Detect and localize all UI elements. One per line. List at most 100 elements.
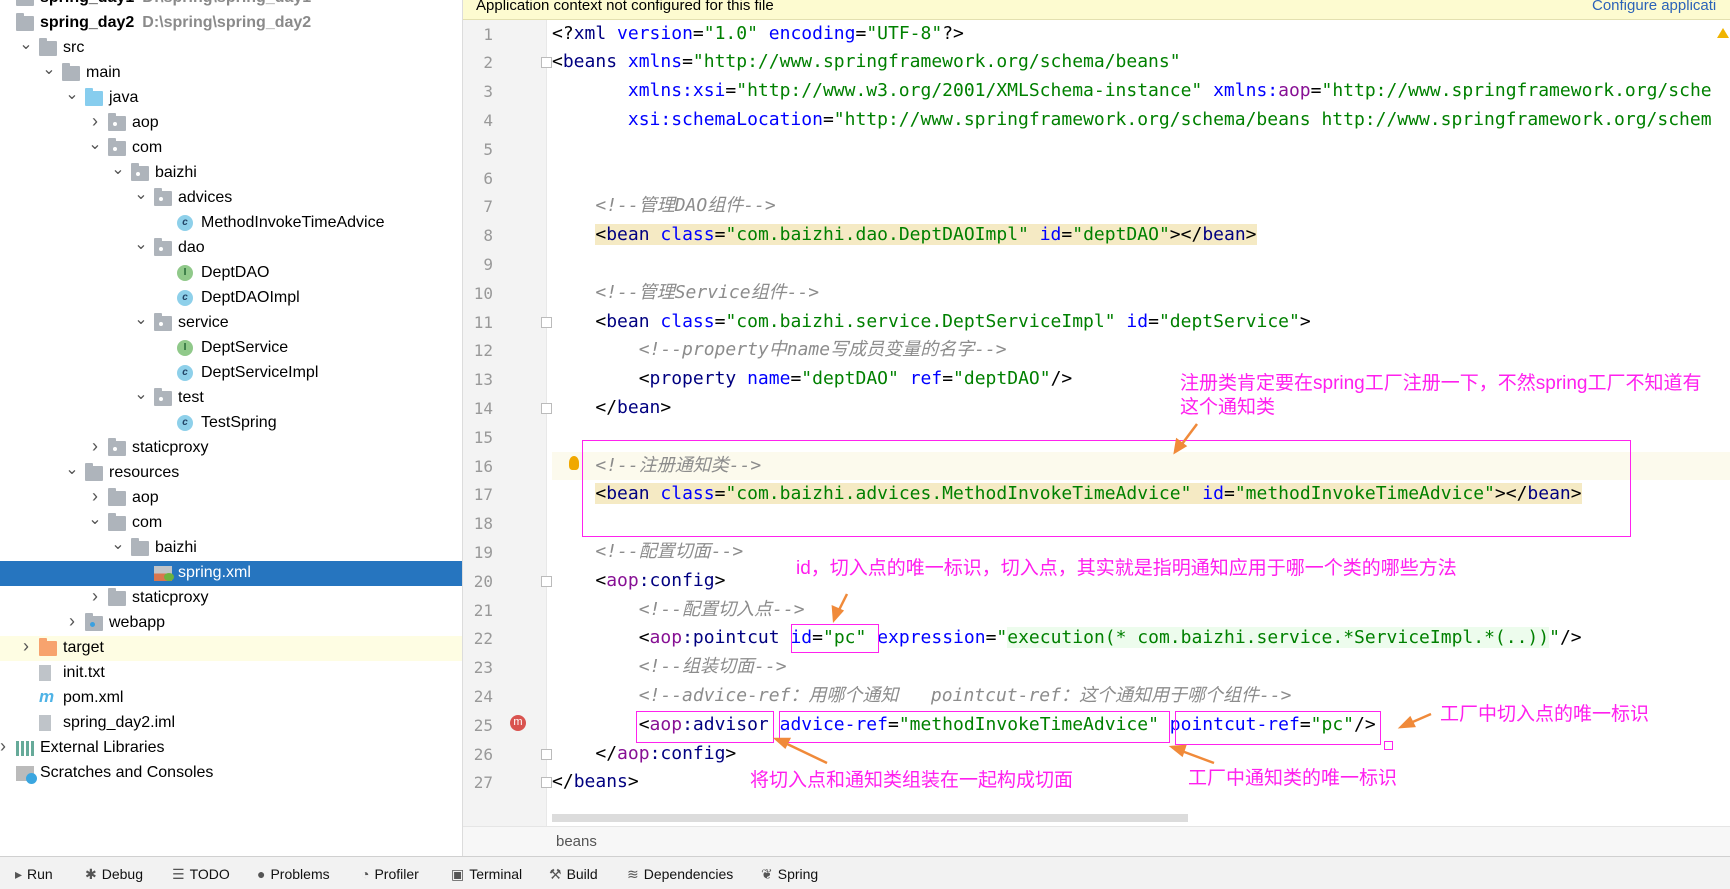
chevron-right-icon[interactable]: › [88,436,102,456]
tree-item-name: resources [109,463,180,481]
package-icon [131,162,149,181]
tree-item[interactable]: › aop [0,111,462,136]
tree-item-label: java [109,89,138,107]
horizontal-scrollbar[interactable] [552,814,1188,822]
tree-item[interactable]: › target [0,635,462,661]
toolbar-debug-button[interactable]: ✱ Debug [85,866,143,883]
tree-item[interactable]: init.txt [0,661,462,686]
tree-item-label: resources [109,464,179,482]
chevron-down-icon[interactable]: ⌄ [88,134,102,153]
tree-item-label: spring_day1 D:\spring\spring_day1 [40,0,311,7]
tree-item[interactable]: I DeptService [0,336,462,361]
toolbar-terminal-button[interactable]: ▣ Terminal [451,866,522,883]
fold-marker-icon[interactable] [541,57,552,69]
fold-marker-icon[interactable] [541,777,552,789]
tree-item[interactable]: spring_day2 D:\spring\spring_day2 [0,11,462,36]
breadcrumb-item-beans[interactable]: beans [556,833,597,850]
chevron-down-icon[interactable]: ⌄ [134,234,148,253]
chevron-down-icon[interactable]: ⌄ [111,159,125,178]
arrow-pointcut-ref-head [1397,715,1416,729]
tree-item-name: test [178,388,204,406]
project-tree: spring_day1D:\spring\spring_day1 spring_d… [0,0,463,856]
chevron-right-icon[interactable]: › [65,611,79,631]
tree-item-name: TestSpring [201,413,277,431]
chevron-down-icon[interactable]: ⌄ [88,509,102,528]
tree-item-name: spring_day2.iml [63,713,176,731]
tree-item[interactable]: ⌄ src [0,34,462,61]
tree-item-label: DeptServiceImpl [201,364,318,382]
excluded-folder-icon [39,637,57,656]
tree-item-name: DeptServiceImpl [201,363,319,381]
toolbar-spring-button[interactable]: ❦ Spring [761,866,818,883]
chevron-right-icon[interactable]: › [88,586,102,606]
chevron-down-icon[interactable]: ⌄ [42,59,56,78]
tree-item-name: baizhi [155,538,197,556]
tree-item[interactable]: › staticproxy [0,586,462,611]
tree-item[interactable]: spring.xml [0,560,462,586]
tree-item-label: staticproxy [132,589,208,607]
fold-marker-icon[interactable] [541,748,552,760]
tree-item-name: staticproxy [132,588,209,606]
toolbar-label: Profiler [374,866,419,882]
resources-folder-icon [85,462,103,481]
tree-item[interactable]: ⌄ com [0,134,462,161]
fold-marker-icon[interactable] [541,403,552,414]
tree-item[interactable]: › staticproxy [0,436,462,461]
toolbar-dependencies-button[interactable]: ≋ Dependencies [627,866,733,883]
tree-item-label: spring_day2 D:\spring\spring_day2 [40,14,311,32]
chevron-right-icon[interactable]: › [88,486,102,506]
chevron-down-icon[interactable]: ⌄ [134,309,148,328]
tree-item[interactable]: ⌄ service [0,309,462,336]
fold-marker-icon[interactable] [541,316,552,328]
tree-item[interactable]: › webapp [0,611,462,636]
tree-item[interactable]: I DeptDAO [0,261,462,286]
tree-item[interactable]: Scratches and Consoles [0,761,462,786]
tree-item-name: webapp [109,613,166,631]
chevron-down-icon[interactable]: ⌄ [111,534,125,553]
chevron-down-icon[interactable]: ⌄ [65,459,79,478]
chevron-right-icon[interactable]: › [88,111,102,131]
tree-item[interactable]: ⌄ test [0,384,462,411]
tree-item[interactable]: ⌄ com [0,509,462,536]
tree-item[interactable]: ⌄ dao [0,234,462,261]
tree-item[interactable]: ⌄ main [0,59,462,86]
tree-item-name: Scratches and Consoles [40,763,214,781]
tree-item[interactable]: m pom.xml [0,686,462,711]
tree-item[interactable]: c MethodInvokeTimeAdvice [0,211,462,236]
tree-item[interactable]: ⌄ java [0,84,462,111]
tree-item[interactable]: c DeptDAOImpl [0,286,462,311]
chevron-down-icon[interactable]: ⌄ [134,384,148,403]
tree-item[interactable]: › External Libraries [0,736,462,761]
tree-item-label: init.txt [63,664,105,682]
dependencies-icon: ≋ [627,866,639,882]
chevron-down-icon[interactable]: ⌄ [19,34,33,53]
toolbar-profiler-button[interactable]: ◔ Profiler [361,866,419,882]
tree-item-name: aop [132,488,159,506]
toolbar-label: Problems [270,866,330,882]
toolbar-todo-button[interactable]: ☰ TODO [172,866,230,883]
tree-item-label: External Libraries [40,739,165,757]
toolbar-build-button[interactable]: ⚒ Build [549,866,598,883]
tree-item[interactable]: spring_day2.iml [0,711,462,736]
tree-item-name: com [132,513,163,531]
fold-marker-icon[interactable] [541,575,552,587]
chevron-right-icon[interactable]: › [0,736,10,756]
toolbar-label: Spring [777,866,819,882]
code-editor[interactable]: Application context not configured for t… [463,0,1730,826]
tree-item[interactable]: c TestSpring [0,411,462,436]
toolbar-run-button[interactable]: ▸ Run [15,866,53,883]
tree-item[interactable]: ⌄ resources [0,459,462,486]
chevron-right-icon[interactable]: › [19,636,33,656]
tree-item[interactable]: ⌄ baizhi [0,534,462,561]
tree-item[interactable]: ⌄ baizhi [0,159,462,186]
tree-item[interactable]: › aop [0,486,462,511]
toolbar-problems-button[interactable]: ● Problems [257,866,330,882]
chevron-down-icon[interactable]: ⌄ [134,184,148,203]
tree-item[interactable]: spring_day1 D:\spring\spring_day1 [0,0,462,11]
tree-item[interactable]: ⌄ advices [0,184,462,211]
chevron-down-icon[interactable]: ⌄ [65,84,79,103]
tree-item-label: advices [178,189,232,207]
tree-item[interactable]: c DeptServiceImpl [0,361,462,386]
tree-item-name: com [132,138,163,156]
tree-item-name: main [86,63,121,81]
